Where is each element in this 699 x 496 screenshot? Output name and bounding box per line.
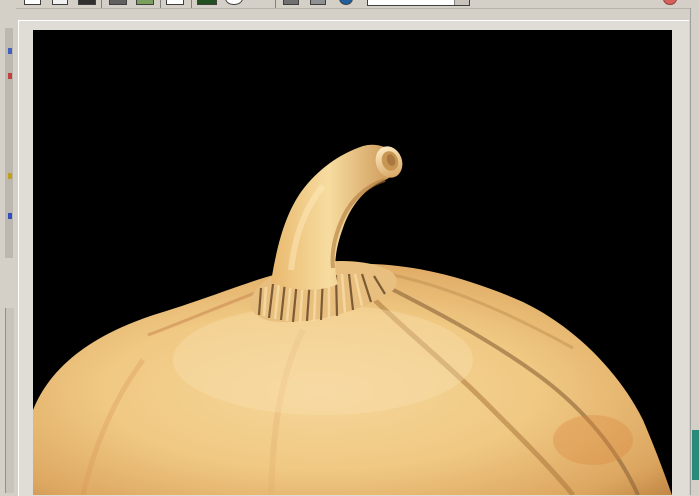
clear-icon[interactable]	[225, 0, 243, 5]
toolbar-separator	[275, 0, 276, 8]
toolbar-separator	[101, 0, 102, 8]
right-panel-accent	[692, 430, 699, 480]
left-panel-marker	[8, 48, 12, 54]
pumpkin-highlight	[173, 305, 473, 415]
left-scrollbar[interactable]	[5, 308, 14, 493]
render-frame-icon[interactable]	[52, 0, 68, 5]
left-panel-marker	[8, 73, 12, 79]
color-swatch-icon[interactable]	[197, 0, 217, 5]
left-panel-marker	[8, 173, 12, 179]
channel-field[interactable]	[367, 0, 470, 6]
toolbar-separator	[160, 0, 161, 8]
right-panel-strip	[690, 8, 699, 495]
sphere-preview-icon[interactable]	[339, 0, 353, 5]
render-output-icon[interactable]	[78, 0, 96, 5]
copy-image-icon[interactable]	[310, 0, 326, 5]
left-panel-bar	[5, 28, 13, 258]
render-viewport	[33, 30, 672, 495]
zoom-channel-icon[interactable]	[109, 0, 127, 5]
left-panel-strip	[0, 8, 16, 495]
save-image-icon[interactable]	[283, 0, 299, 5]
alpha-channel-icon[interactable]	[166, 0, 184, 5]
close-icon[interactable]	[663, 0, 677, 5]
render-toolbar	[0, 0, 699, 9]
mono-channel-icon[interactable]	[136, 0, 154, 5]
pumpkin-blemish	[553, 415, 633, 465]
pumpkin-render	[33, 144, 672, 495]
left-panel-marker	[8, 213, 12, 219]
toolbar-separator	[191, 0, 192, 8]
channel-field-dropdown[interactable]	[454, 0, 469, 5]
render-region-icon[interactable]	[24, 0, 41, 5]
